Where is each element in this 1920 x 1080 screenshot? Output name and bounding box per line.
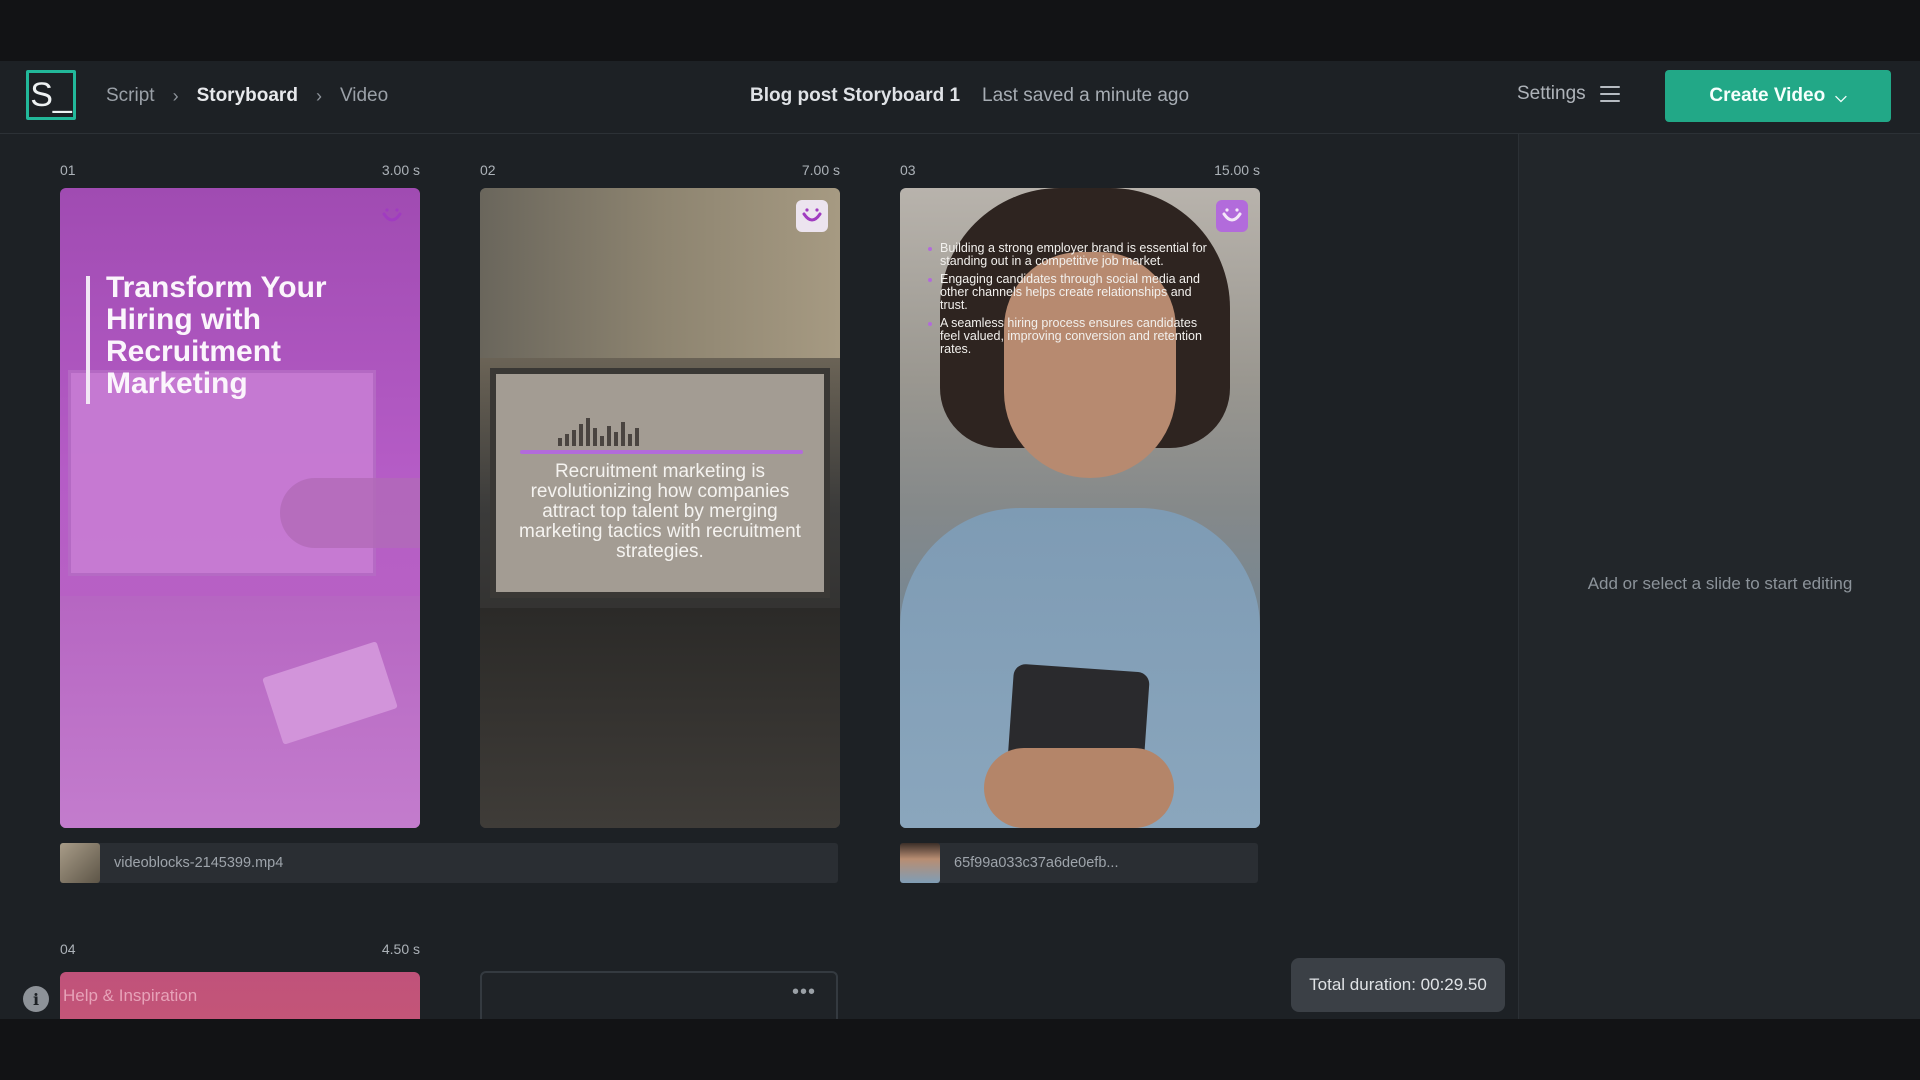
bullet-item: Building a strong employer brand is esse… xyxy=(928,242,1220,268)
slide-card-3[interactable]: Building a strong employer brand is esse… xyxy=(900,188,1260,828)
slide-bg-hand xyxy=(280,478,420,548)
settings-button[interactable]: Settings xyxy=(1517,83,1620,105)
slide-number: 03 xyxy=(900,162,916,178)
menu-icon xyxy=(1599,86,1620,102)
smile-icon[interactable] xyxy=(1216,200,1248,232)
slide-bullets: Building a strong employer brand is esse… xyxy=(928,242,1220,361)
slide-number: 01 xyxy=(60,162,76,178)
create-video-label: Create Video xyxy=(1709,85,1826,106)
breadcrumb-script[interactable]: Script xyxy=(106,85,155,107)
create-video-button[interactable]: Create Video ⌵ xyxy=(1665,70,1891,122)
chevron-right-icon: › xyxy=(172,85,179,106)
breadcrumb-video[interactable]: Video xyxy=(340,85,388,107)
breadcrumb: Script › Storyboard › Video xyxy=(106,85,388,107)
slide-body-text: Recruitment marketing is revolutionizing… xyxy=(519,461,801,562)
top-bar: S_ Script › Storyboard › Video Blog post… xyxy=(0,61,1920,134)
new-slide-card[interactable]: ••• xyxy=(480,971,838,1019)
media-asset-bar[interactable]: 65f99a033c37a6de0efb... xyxy=(900,843,1258,883)
bullet-item: A seamless hiring process ensures candid… xyxy=(928,317,1220,356)
help-inspiration-link[interactable]: Help & Inspiration xyxy=(63,986,197,1006)
storyboard-app: S_ Script › Storyboard › Video Blog post… xyxy=(0,61,1920,1019)
slide-title: Transform Your Hiring with Recruitment M… xyxy=(106,271,327,400)
slide-duration: 7.00 s xyxy=(801,162,840,178)
media-asset-bar[interactable]: videoblocks-2145399.mp4 xyxy=(60,843,838,883)
chevron-right-icon: › xyxy=(315,85,322,106)
info-icon[interactable]: i xyxy=(23,986,49,1012)
settings-label: Settings xyxy=(1517,83,1586,104)
asset-filename: videoblocks-2145399.mp4 xyxy=(114,855,284,871)
slide-number: 02 xyxy=(480,162,496,178)
app-logo[interactable]: S_ xyxy=(26,70,76,120)
smile-icon[interactable] xyxy=(796,200,828,232)
document-title[interactable]: Blog post Storyboard 1 xyxy=(750,85,960,107)
slide-bg-chart xyxy=(558,416,758,446)
smile-icon[interactable] xyxy=(376,200,408,232)
slide-underline xyxy=(520,450,803,454)
asset-filename: 65f99a033c37a6de0efb... xyxy=(954,855,1119,871)
bullet-item: Engaging candidates through social media… xyxy=(928,273,1220,312)
slide-duration: 3.00 s xyxy=(381,162,420,178)
chevron-down-icon: ⌵ xyxy=(1835,88,1847,106)
total-duration: Total duration: 00:29.50 xyxy=(1291,958,1505,1012)
slide-bg-window xyxy=(480,188,840,358)
storyboard-canvas: 01 3.00 s Transform Your Hiring with Rec… xyxy=(0,134,1518,1019)
slide-card-1[interactable]: Transform Your Hiring with Recruitment M… xyxy=(60,188,420,828)
asset-thumbnail xyxy=(900,843,940,883)
slide-bg-table xyxy=(480,608,840,828)
editor-side-panel: Add or select a slide to start editing xyxy=(1518,134,1920,1019)
slide-bg-hands xyxy=(984,748,1174,828)
title-accent-bar xyxy=(86,276,90,404)
slide-duration: 4.50 s xyxy=(381,941,420,957)
breadcrumb-storyboard[interactable]: Storyboard xyxy=(197,85,298,107)
empty-state-message: Add or select a slide to start editing xyxy=(1587,574,1853,593)
asset-thumbnail xyxy=(60,843,100,883)
slide-duration: 15.00 s xyxy=(1214,162,1260,178)
save-status: Last saved a minute ago xyxy=(982,85,1190,106)
slide-card-2[interactable]: Recruitment marketing is revolutionizing… xyxy=(480,188,840,828)
more-icon[interactable]: ••• xyxy=(792,981,816,1004)
slide-number: 04 xyxy=(60,941,76,957)
